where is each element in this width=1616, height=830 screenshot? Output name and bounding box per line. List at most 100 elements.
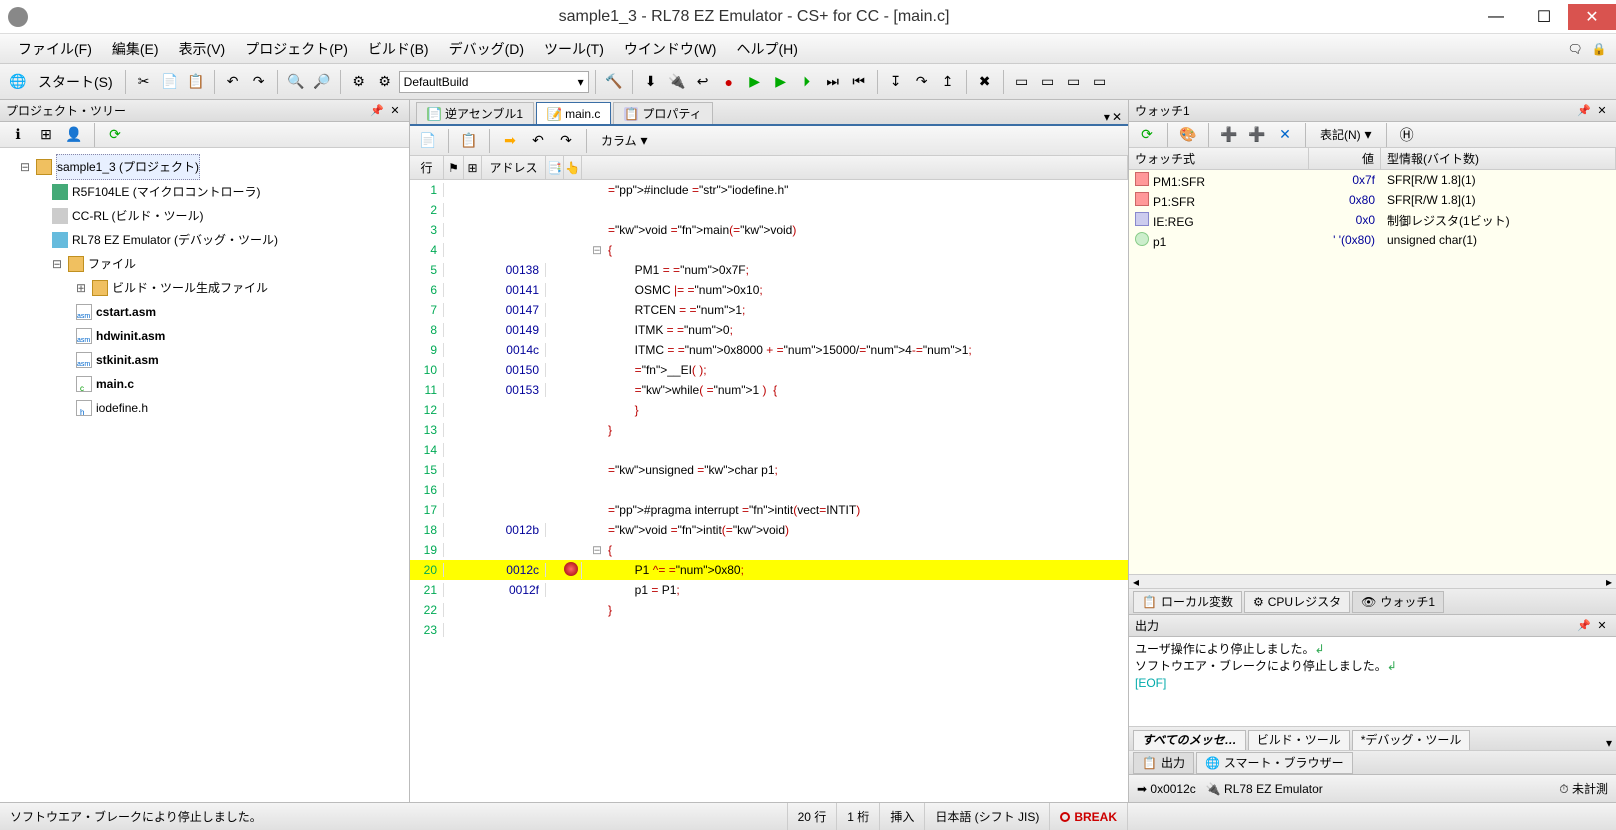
tree-btn3-icon[interactable]: 👤 — [62, 123, 86, 147]
stepover-icon[interactable]: ↷ — [910, 70, 934, 94]
menu-view[interactable]: 表示(V) — [169, 35, 236, 63]
output-pin-icon[interactable]: 📌 — [1576, 618, 1592, 634]
etb-arrow-icon[interactable]: ➡ — [498, 129, 522, 153]
tree-files[interactable]: ファイル — [88, 252, 136, 276]
undo-icon[interactable]: ↶ — [221, 70, 245, 94]
menubar: ファイル(F) 編集(E) 表示(V) プロジェクト(P) ビルド(B) デバッ… — [0, 34, 1616, 64]
paste-icon[interactable]: 📋 — [184, 70, 208, 94]
bottomtab-output[interactable]: 📋 出力 — [1133, 752, 1194, 774]
run-icon[interactable]: ▶ — [743, 70, 767, 94]
tree-buildgen[interactable]: ビルド・ツール生成ファイル — [112, 276, 268, 300]
column-button[interactable]: カラム ▾ — [595, 132, 654, 149]
close-panel-icon[interactable]: ✕ — [387, 103, 403, 119]
window-title: sample1_3 - RL78 EZ Emulator - CS+ for C… — [36, 8, 1472, 26]
etb-undo-icon[interactable]: ↶ — [526, 129, 550, 153]
watch-add-icon[interactable]: ➕ — [1217, 123, 1241, 147]
findnext-icon[interactable]: 🔎 — [310, 70, 334, 94]
run2-icon[interactable]: ▶ — [769, 70, 793, 94]
otab-all[interactable]: すべてのメッセ… — [1133, 730, 1246, 750]
watch-grid[interactable]: PM1:SFR0x7fSFR[R/W 1.8](1)P1:SFR0x80SFR[… — [1129, 170, 1616, 574]
maximize-button[interactable]: ☐ — [1520, 4, 1568, 30]
lock-icon[interactable]: 🔒 — [1590, 40, 1608, 58]
rewind-icon[interactable]: ⏮ — [847, 70, 871, 94]
win1-icon[interactable]: ▭ — [1010, 70, 1034, 94]
etb1-icon[interactable]: 📄 — [416, 129, 440, 153]
win3-icon[interactable]: ▭ — [1062, 70, 1086, 94]
tree-root[interactable]: sample1_3 (プロジェクト) — [56, 154, 200, 180]
find-icon[interactable]: 🔍 — [284, 70, 308, 94]
build-config-select[interactable]: DefaultBuild▾ — [399, 71, 589, 93]
connect-icon[interactable]: 🔌 — [665, 70, 689, 94]
redo-icon[interactable]: ↷ — [247, 70, 271, 94]
otab-debug[interactable]: *デバッグ・ツール — [1352, 730, 1471, 750]
tree-stkinit[interactable]: stkinit.asm — [96, 348, 159, 372]
otab-build[interactable]: ビルド・ツール — [1248, 730, 1350, 750]
minimize-button[interactable]: — — [1472, 4, 1520, 30]
win2-icon[interactable]: ▭ — [1036, 70, 1060, 94]
menu-debug[interactable]: デバッグ(D) — [439, 35, 534, 63]
run3-icon[interactable]: ⏵ — [795, 70, 819, 94]
menu-build[interactable]: ビルド(B) — [358, 35, 439, 63]
bottomtab-smart[interactable]: 🌐 スマート・ブラウザー — [1196, 752, 1353, 774]
code-editor[interactable]: 1="pp">#include ="str">"iodefine.h"23="k… — [410, 180, 1128, 802]
tab-dropdown-icon[interactable]: ▾ — [1104, 110, 1110, 124]
tree-mcu[interactable]: R5F104LE (マイクロコントローラ) — [72, 180, 260, 204]
watch-notation-button[interactable]: 表記(N) ▾ — [1314, 126, 1378, 143]
right-column: ウォッチ1 📌 ✕ ⟳ 🎨 ➕ ➕ ✕ 表記(N) ▾ Ⓗ ウォッチ式 値 — [1128, 100, 1616, 802]
stepout-icon[interactable]: ↥ — [936, 70, 960, 94]
etb-redo-icon[interactable]: ↷ — [554, 129, 578, 153]
menu-file[interactable]: ファイル(F) — [8, 35, 102, 63]
watch-refresh-icon[interactable]: ⟳ — [1135, 123, 1159, 147]
tree-refresh-icon[interactable]: ⟳ — [103, 123, 127, 147]
menu-tool[interactable]: ツール(T) — [534, 35, 614, 63]
copy-icon[interactable]: 📄 — [158, 70, 182, 94]
project-tree[interactable]: ⊟sample1_3 (プロジェクト) R5F104LE (マイクロコントローラ… — [0, 148, 409, 802]
status-line: 20 行 — [788, 803, 838, 830]
tab-cpureg[interactable]: ⚙ CPUレジスタ — [1244, 591, 1350, 613]
hammer-icon[interactable]: 🔨 — [602, 70, 626, 94]
rebuild-icon[interactable]: ⚙ — [373, 70, 397, 94]
watch-close-icon[interactable]: ✕ — [1594, 103, 1610, 119]
watch-add2-icon[interactable]: ➕ — [1245, 123, 1269, 147]
etb2-icon[interactable]: 📋 — [457, 129, 481, 153]
bp-del-icon[interactable]: ✖ — [973, 70, 997, 94]
stepin-icon[interactable]: ↧ — [884, 70, 908, 94]
output-body[interactable]: ユーザ操作により停止しました。↲ ソフトウエア・ブレークにより停止しました。↲ … — [1129, 637, 1616, 726]
tree-emu[interactable]: RL78 EZ Emulator (デバッグ・ツール) — [72, 228, 278, 252]
menu-help[interactable]: ヘルプ(H) — [726, 35, 807, 63]
tab-prop[interactable]: 📋プロパティ — [613, 102, 712, 124]
feedback-icon[interactable]: 🗨 — [1566, 40, 1584, 58]
tree-cstart[interactable]: cstart.asm — [96, 300, 156, 324]
tab-disasm[interactable]: 📄逆アセンブル1 — [416, 102, 534, 124]
tree-mainc[interactable]: main.c — [96, 372, 134, 396]
tab-main[interactable]: 📝main.c — [536, 102, 611, 124]
close-button[interactable]: ✕ — [1568, 4, 1616, 30]
tree-iodef[interactable]: iodefine.h — [96, 396, 148, 420]
watch-palette-icon[interactable]: 🎨 — [1176, 123, 1200, 147]
globe-icon[interactable]: 🌐 — [6, 70, 30, 94]
watch-del-icon[interactable]: ✕ — [1273, 123, 1297, 147]
watch-hex-icon[interactable]: Ⓗ — [1395, 123, 1419, 147]
tab-watch1[interactable]: 👁 ウォッチ1 — [1352, 591, 1444, 613]
tab-localvars[interactable]: 📋 ローカル変数 — [1133, 591, 1242, 613]
menu-project[interactable]: プロジェクト(P) — [235, 35, 358, 63]
tree-hdwinit[interactable]: hdwinit.asm — [96, 324, 165, 348]
build-icon[interactable]: ⚙ — [347, 70, 371, 94]
tab-close-icon[interactable]: ✕ — [1112, 110, 1122, 124]
output-close-icon[interactable]: ✕ — [1594, 618, 1610, 634]
start-button[interactable]: スタート(S) — [32, 72, 119, 92]
otab-menu-icon[interactable]: ▾ — [1606, 736, 1612, 750]
pin-icon[interactable]: 📌 — [369, 103, 385, 119]
dl-icon[interactable]: ⬇ — [639, 70, 663, 94]
fast-icon[interactable]: ⏭ — [821, 70, 845, 94]
menu-edit[interactable]: 編集(E) — [102, 35, 169, 63]
reset-icon[interactable]: ↩ — [691, 70, 715, 94]
watch-pin-icon[interactable]: 📌 — [1576, 103, 1592, 119]
win4-icon[interactable]: ▭ — [1088, 70, 1112, 94]
menu-window[interactable]: ウインドウ(W) — [614, 35, 727, 63]
tree-btn1-icon[interactable]: ℹ — [6, 123, 30, 147]
stop-icon[interactable]: ● — [717, 70, 741, 94]
tree-cc[interactable]: CC-RL (ビルド・ツール) — [72, 204, 204, 228]
cut-icon[interactable]: ✂ — [132, 70, 156, 94]
tree-btn2-icon[interactable]: ⊞ — [34, 123, 58, 147]
